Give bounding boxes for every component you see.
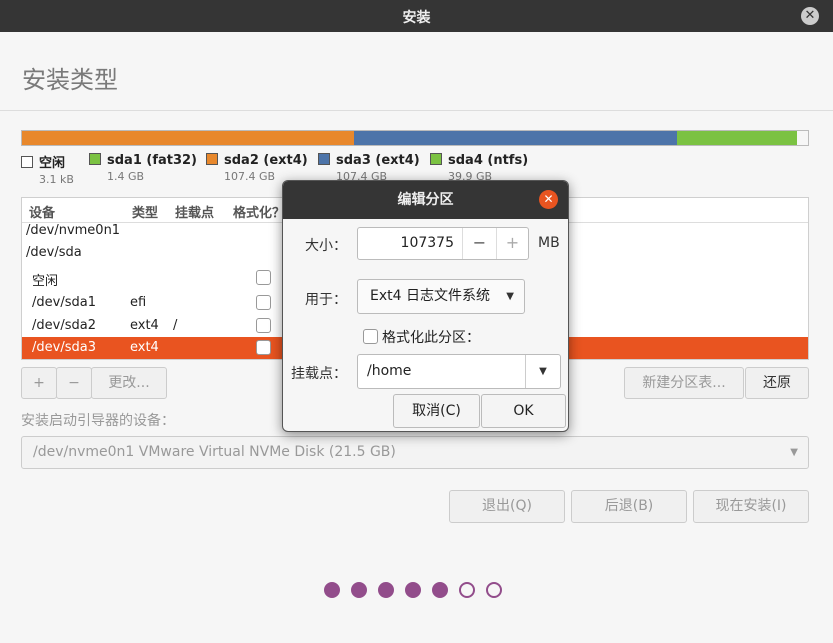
dialog-title: 编辑分区 bbox=[283, 181, 568, 219]
page-title: 安装类型 bbox=[22, 66, 118, 94]
legend-swatch bbox=[430, 153, 442, 165]
col-format[interactable]: 格式化？ bbox=[233, 202, 285, 221]
format-checkbox[interactable] bbox=[256, 340, 271, 355]
format-checkbox[interactable] bbox=[256, 318, 271, 333]
row-device: /dev/sda3 bbox=[32, 340, 96, 355]
mount-point-input[interactable]: /home bbox=[367, 355, 411, 388]
quit-button[interactable]: 退出(Q) bbox=[449, 490, 565, 523]
window-title: 安装 bbox=[402, 10, 431, 26]
increment-button[interactable]: + bbox=[496, 228, 528, 259]
legend-item: sda2 (ext4) 107.4 GB bbox=[206, 152, 308, 183]
row-device: 空闲 bbox=[32, 274, 59, 289]
add-partition-button[interactable]: + bbox=[21, 367, 57, 399]
legend-swatch bbox=[21, 156, 33, 168]
progress-dot bbox=[378, 582, 394, 598]
progress-dot bbox=[432, 582, 448, 598]
legend-item: sda1 (fat32) 1.4 GB bbox=[89, 152, 197, 183]
use-as-value: Ext4 日志文件系统 bbox=[370, 288, 490, 304]
disk-segment-sda1 bbox=[22, 131, 32, 145]
row-device: /dev/nvme0n1 bbox=[26, 223, 121, 238]
legend-name: sda4 (ntfs) bbox=[448, 153, 529, 168]
legend-size: 3.1 kB bbox=[39, 173, 74, 186]
legend-item: 空闲 3.1 kB bbox=[21, 152, 74, 186]
chevron-down-icon: ▼ bbox=[506, 291, 514, 302]
col-device[interactable]: 设备 bbox=[29, 202, 55, 221]
row-type: ext4 bbox=[130, 318, 159, 333]
install-now-button[interactable]: 现在安装(I) bbox=[693, 490, 809, 523]
row-type: ext4 bbox=[130, 340, 159, 355]
legend-item: sda4 (ntfs) 39.9 GB bbox=[430, 152, 528, 183]
size-label: 大小： bbox=[305, 238, 347, 254]
back-button[interactable]: 后退(B) bbox=[571, 490, 687, 523]
title-bar: 安装 ✕ bbox=[0, 0, 833, 32]
legend-name: sda2 (ext4) bbox=[224, 153, 308, 168]
progress-dot bbox=[405, 582, 421, 598]
use-as-select[interactable]: Ext4 日志文件系统 ▼ bbox=[357, 279, 525, 314]
col-type[interactable]: 类型 bbox=[132, 202, 158, 221]
change-partition-button[interactable]: 更改... bbox=[91, 367, 167, 399]
size-input[interactable]: 107375 bbox=[358, 228, 462, 259]
revert-button[interactable]: 还原 bbox=[745, 367, 809, 399]
progress-dot bbox=[486, 582, 502, 598]
cancel-button[interactable]: 取消(C) bbox=[393, 394, 480, 428]
row-device: /dev/sda bbox=[26, 245, 82, 260]
remove-partition-button[interactable]: − bbox=[56, 367, 92, 399]
progress-dots bbox=[324, 582, 514, 600]
format-checkbox[interactable] bbox=[256, 295, 271, 310]
format-partition-label: 格式化此分区： bbox=[382, 330, 480, 346]
boot-device-select[interactable]: /dev/nvme0n1 VMware Virtual NVMe Disk (2… bbox=[21, 436, 809, 469]
ok-button[interactable]: OK bbox=[481, 394, 566, 428]
row-device: /dev/sda2 bbox=[32, 318, 96, 333]
legend-swatch bbox=[206, 153, 218, 165]
legend-item: sda3 (ext4) 107.4 GB bbox=[318, 152, 420, 183]
legend-swatch bbox=[318, 153, 330, 165]
size-unit: MB bbox=[538, 235, 560, 251]
legend-size: 1.4 GB bbox=[107, 170, 145, 183]
chevron-down-icon[interactable]: ▼ bbox=[525, 355, 560, 388]
legend-swatch bbox=[89, 153, 101, 165]
progress-dot bbox=[459, 582, 475, 598]
mount-point-combo[interactable]: /home ▼ bbox=[357, 354, 561, 389]
format-partition-checkbox[interactable]: 格式化此分区： bbox=[363, 327, 480, 347]
disk-segment-sda4 bbox=[676, 131, 797, 145]
disk-segment-sda3 bbox=[354, 131, 677, 145]
use-as-label: 用于： bbox=[305, 292, 347, 308]
mount-point-label: 挂载点： bbox=[291, 366, 347, 382]
progress-dot bbox=[324, 582, 340, 598]
row-type: efi bbox=[130, 295, 147, 310]
new-partition-table-button[interactable]: 新建分区表... bbox=[624, 367, 744, 399]
chevron-down-icon: ▼ bbox=[790, 447, 798, 458]
close-icon[interactable]: ✕ bbox=[801, 7, 819, 25]
close-icon[interactable]: ✕ bbox=[539, 190, 558, 209]
legend-name: sda1 (fat32) bbox=[107, 153, 198, 168]
disk-usage-bar bbox=[21, 130, 809, 146]
row-device: /dev/sda1 bbox=[32, 295, 96, 310]
size-spinner[interactable]: 107375 − + bbox=[357, 227, 529, 260]
row-mount: / bbox=[173, 318, 178, 333]
installer-window: 安装 ✕ 安装类型 空闲 3.1 kB sda1 (fat32) 1.4 GB sda2… bbox=[0, 0, 833, 643]
progress-dot bbox=[351, 582, 367, 598]
edit-partition-dialog: 编辑分区 ✕ 大小： 107375 − + MB 用于： Ext4 日志文件系统… bbox=[282, 180, 569, 432]
col-mount[interactable]: 挂载点 bbox=[175, 202, 214, 221]
heading-divider bbox=[0, 110, 833, 111]
boot-device-label: 安装启动引导器的设备： bbox=[21, 413, 175, 429]
checkbox-box[interactable] bbox=[363, 329, 378, 344]
legend-name: 空闲 bbox=[39, 156, 66, 171]
decrement-button[interactable]: − bbox=[462, 228, 496, 259]
legend-name: sda3 (ext4) bbox=[336, 153, 420, 168]
format-checkbox[interactable] bbox=[256, 270, 271, 285]
boot-device-value: /dev/nvme0n1 VMware Virtual NVMe Disk (2… bbox=[33, 444, 396, 460]
disk-segment-sda2 bbox=[31, 131, 355, 145]
